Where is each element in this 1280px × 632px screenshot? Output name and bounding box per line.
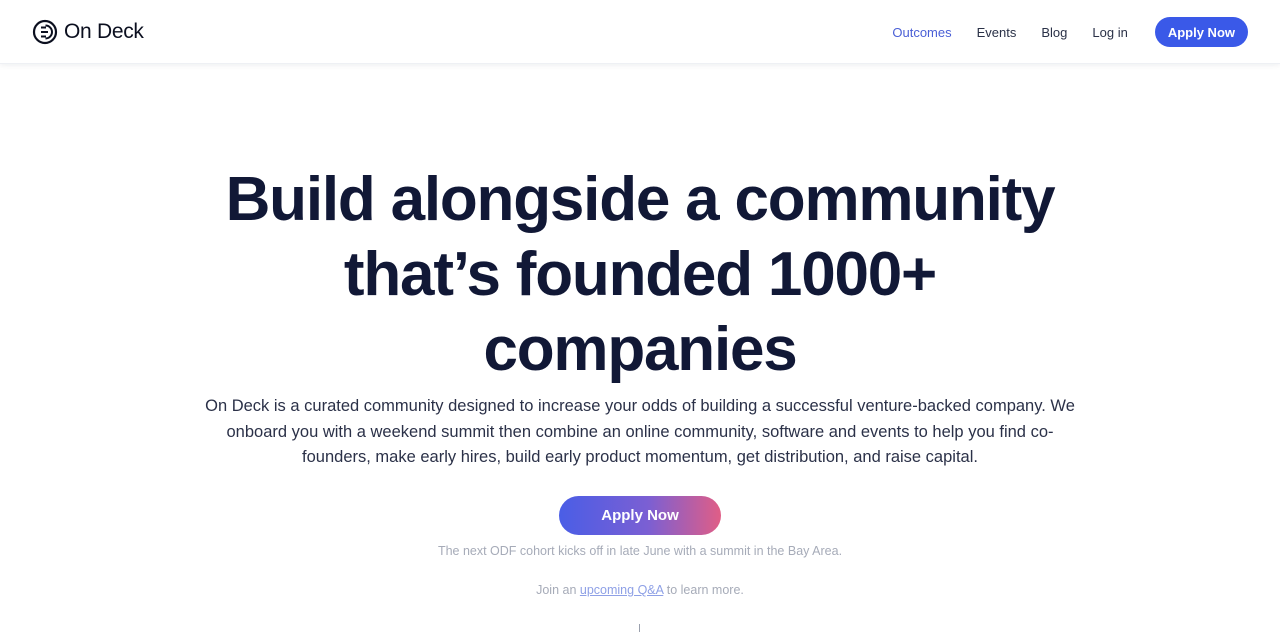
hero-headline: Build alongside a community that’s found… xyxy=(190,162,1090,387)
headline-line-1: Build alongside a community xyxy=(225,165,1056,234)
brand-home-link[interactable]: On Deck xyxy=(32,18,144,46)
headline-line-2: that’s founded 1000+ xyxy=(343,240,937,309)
top-navbar: On Deck Outcomes Events Blog Log in Appl… xyxy=(0,0,1280,64)
nav-link-outcomes[interactable]: Outcomes xyxy=(892,25,951,40)
hero-apply-now-button[interactable]: Apply Now xyxy=(559,496,721,535)
qa-suffix: to learn more. xyxy=(663,583,744,597)
qa-note: Join an upcoming Q&A to learn more. xyxy=(340,583,940,597)
nav-links: Outcomes Events Blog Log in Apply Now xyxy=(892,17,1248,47)
on-deck-logo-icon xyxy=(32,19,58,45)
hero-description: On Deck is a curated community designed … xyxy=(205,397,1075,466)
upcoming-qa-link[interactable]: upcoming Q&A xyxy=(580,583,663,597)
nav-apply-now-button[interactable]: Apply Now xyxy=(1154,17,1248,47)
nav-link-events[interactable]: Events xyxy=(977,25,1017,40)
qa-prefix: Join an xyxy=(536,583,580,597)
cohort-note: The next ODF cohort kicks off in late Ju… xyxy=(437,544,843,558)
headline-line-3: companies xyxy=(483,315,797,384)
nav-link-blog[interactable]: Blog xyxy=(1041,25,1067,40)
nav-link-login[interactable]: Log in xyxy=(1092,25,1127,40)
brand-name: On Deck xyxy=(64,20,144,43)
